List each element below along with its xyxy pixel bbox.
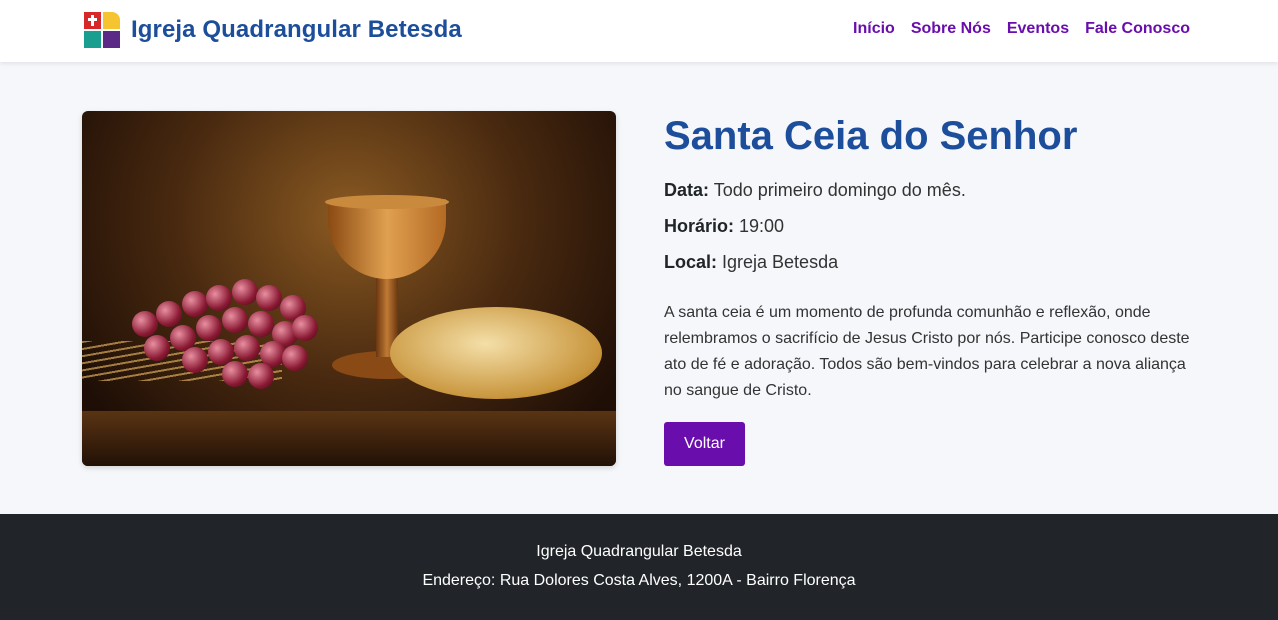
photo-cup-rim [325,195,449,209]
time-label: Horário: [664,216,735,236]
date-value: Todo primeiro domingo do mês. [709,180,966,200]
brand-name: Igreja Quadrangular Betesda [131,16,462,43]
nav-inicio[interactable]: Início [853,20,895,38]
brand-link[interactable]: Igreja Quadrangular Betesda [84,12,462,48]
event-description: A santa ceia é um momento de profunda co… [664,304,1190,399]
photo-cup [328,199,446,279]
event-date: Data: Todo primeiro domingo do mês. [664,180,966,201]
church-logo-icon [84,12,120,48]
photo-grapes [122,271,322,391]
event-place: Local: Igreja Betesda [664,252,838,273]
event-time: Horário: 19:00 [664,216,784,237]
nav-eventos[interactable]: Eventos [1007,20,1069,38]
nav-sobre-nos[interactable]: Sobre Nós [911,20,991,38]
back-button[interactable]: Voltar [664,422,745,466]
main-nav: Início Sobre Nós Eventos Fale Conosco [853,20,1190,38]
place-value: Igreja Betesda [717,252,839,272]
event-title: Santa Ceia do Senhor [664,114,1078,158]
nav-fale-conosco[interactable]: Fale Conosco [1085,20,1190,38]
photo-table [82,411,616,466]
date-label: Data: [664,180,710,200]
photo-bread [390,307,602,399]
footer: Igreja Quadrangular Betesda Endereço: Ru… [0,514,1278,620]
time-value: 19:00 [734,216,785,236]
event-image [82,111,616,466]
footer-address: Endereço: Rua Dolores Costa Alves, 1200A… [422,572,856,589]
navbar: Igreja Quadrangular Betesda Início Sobre… [0,0,1278,62]
place-label: Local: [664,252,718,272]
footer-church-name: Igreja Quadrangular Betesda [536,543,742,560]
